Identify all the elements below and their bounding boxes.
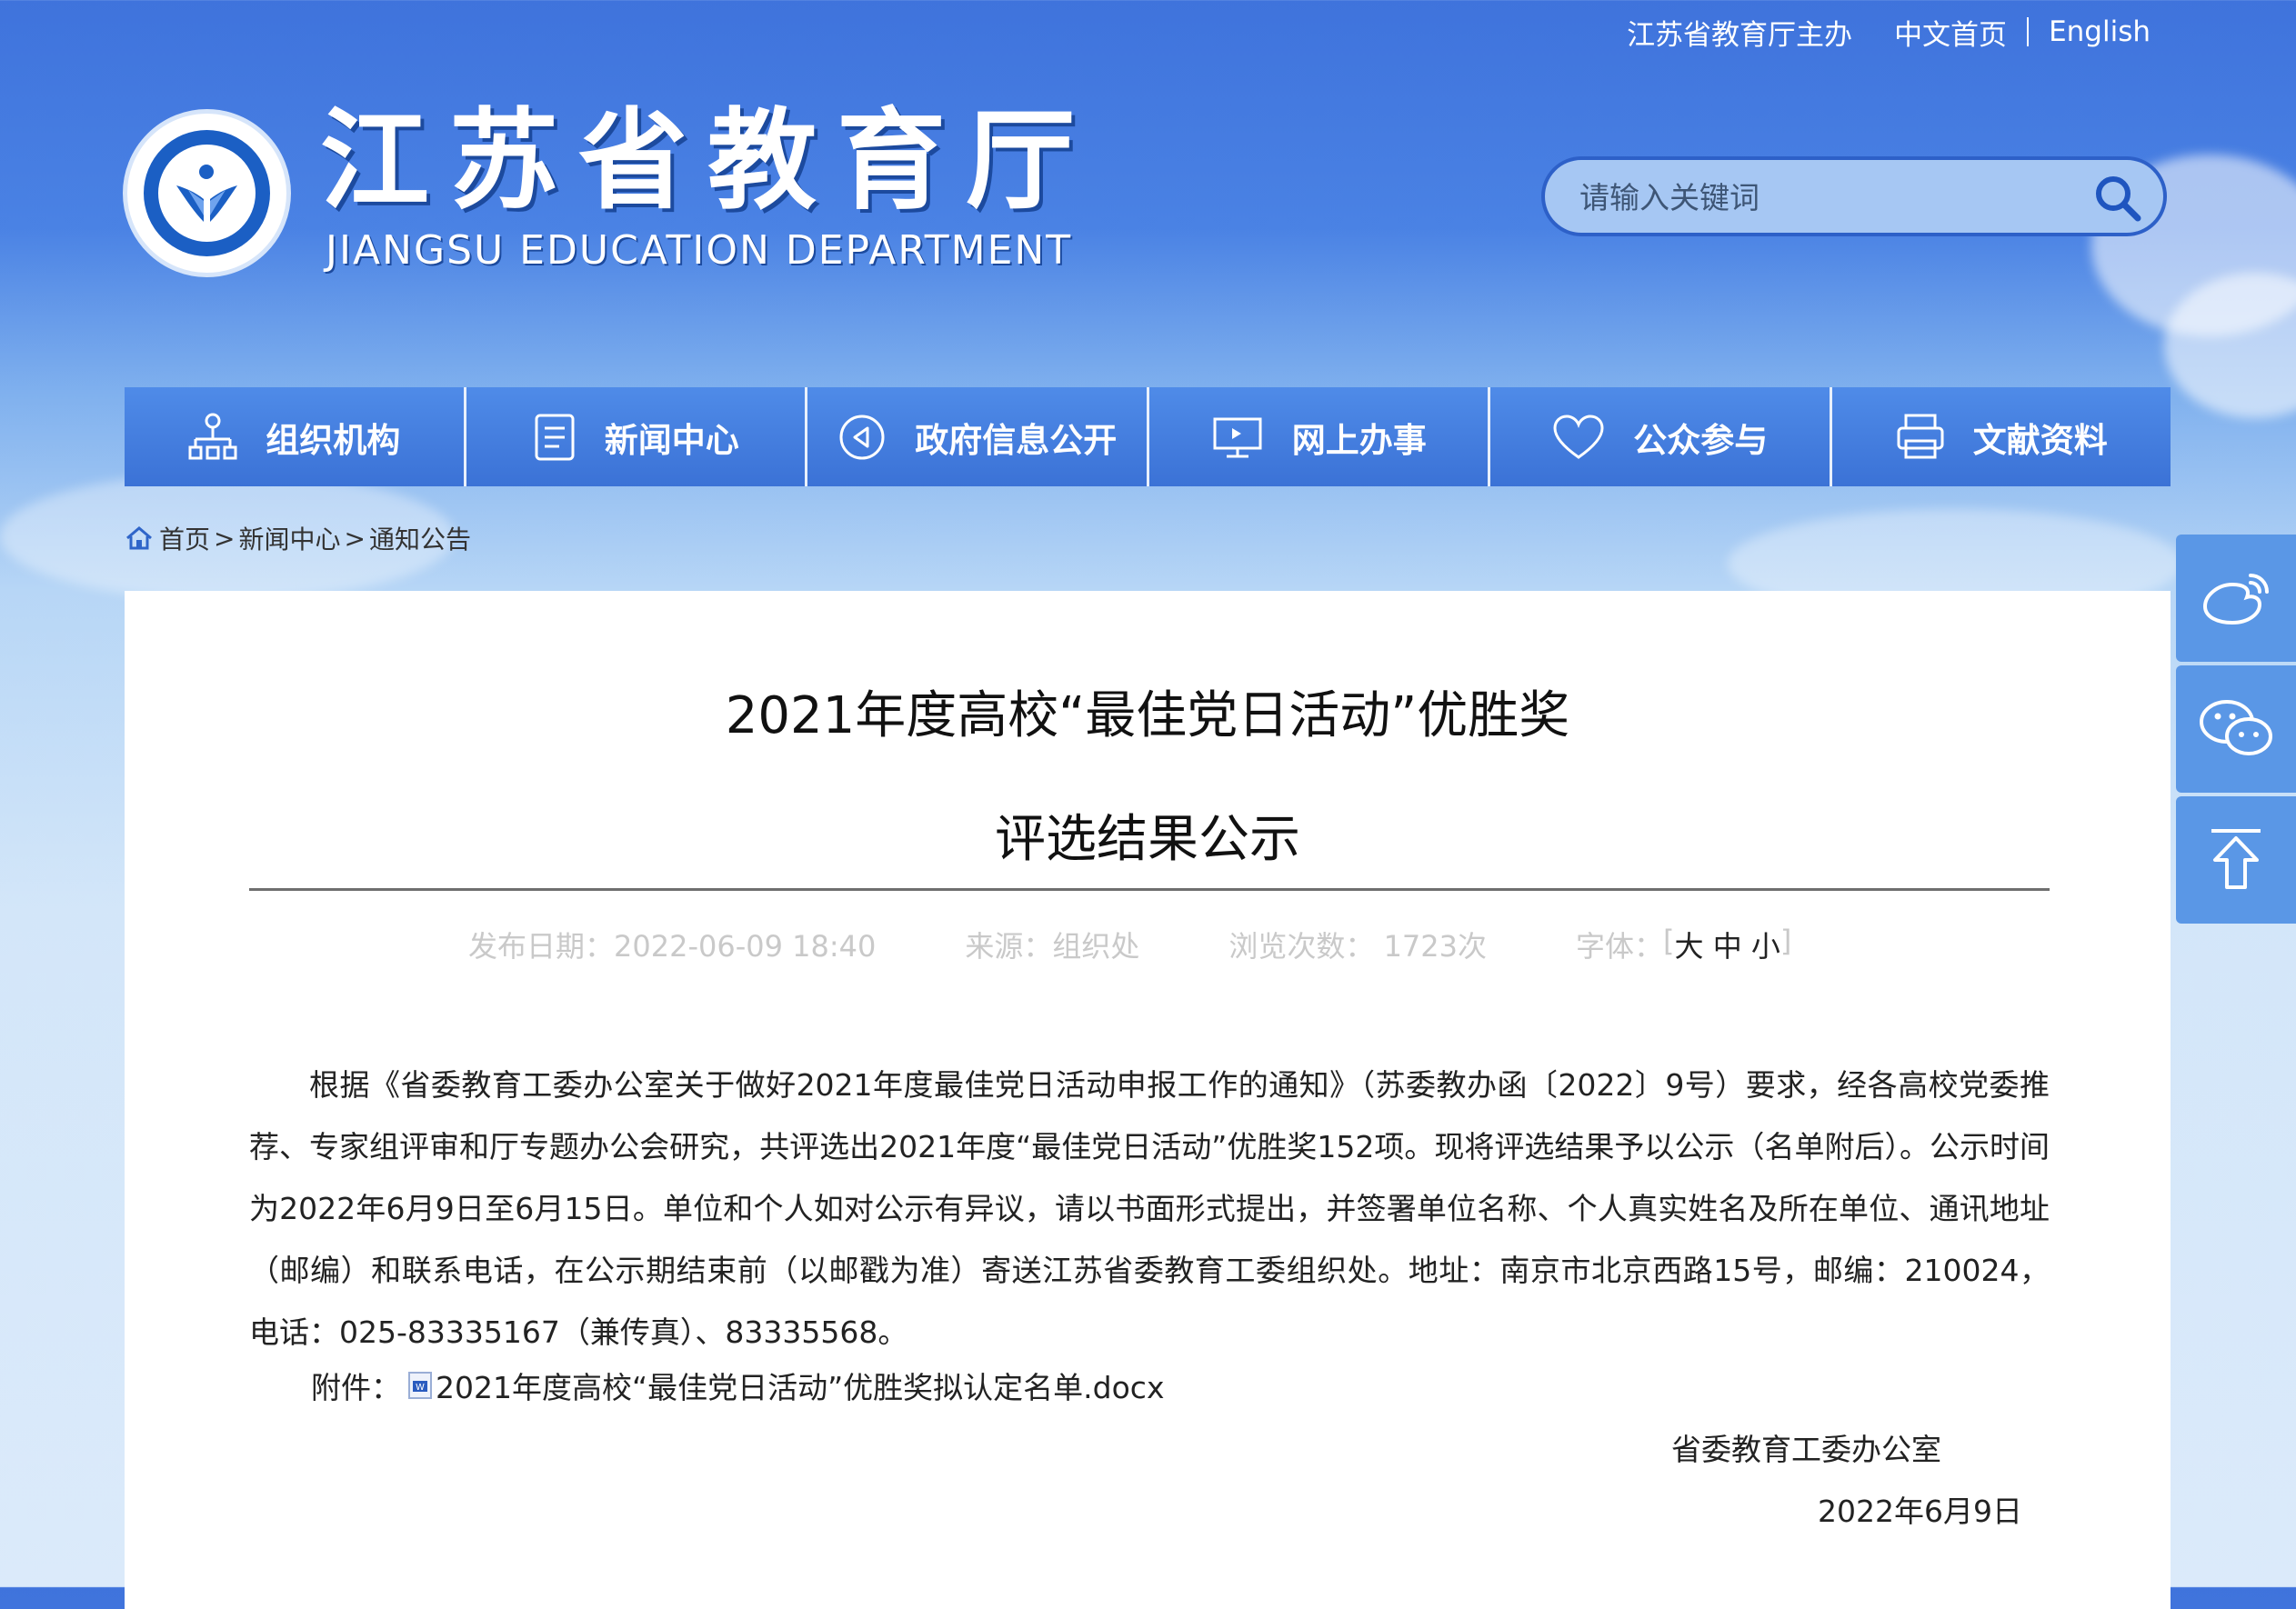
nav-item-news[interactable]: 新闻中心	[466, 387, 807, 486]
english-link[interactable]: English	[2049, 15, 2151, 48]
article-panel: 2021年度高校“最佳党日活动”优胜奖 评选结果公示 发布日期：2022-06-…	[125, 591, 2171, 1609]
breadcrumb-separator: >	[214, 523, 236, 554]
logo-core	[158, 145, 256, 242]
back-to-top-icon	[2211, 829, 2261, 889]
host-label: 江苏省教育厅主办	[1627, 18, 1853, 52]
nav-label: 组织机构	[266, 420, 401, 460]
org-chart-icon	[188, 413, 237, 459]
wechat-button[interactable]	[2176, 665, 2296, 793]
wechat-icon	[2200, 700, 2272, 755]
breadcrumb-home[interactable]: 首页	[159, 520, 210, 556]
home-icon	[126, 526, 152, 550]
signature-date: 2022年6月9日	[1818, 1494, 2022, 1529]
article-title-line2: 评选结果公示	[995, 810, 1300, 869]
play-circle-icon	[839, 415, 885, 459]
bracket: ]	[1780, 924, 1792, 958]
weibo-icon	[2202, 574, 2269, 625]
printer-icon	[1897, 414, 1944, 458]
font-size-large[interactable]: 大	[1675, 924, 1704, 965]
main-nav: 组织机构 新闻中心 政府信息公开 网上办事 公众参与 文献资料	[125, 387, 2171, 486]
attachment-label: 附件：	[311, 1370, 401, 1405]
nav-label: 公众参与	[1633, 420, 1769, 460]
document-icon	[535, 414, 575, 460]
publish-date: 发布日期：2022-06-09 18:40	[468, 929, 877, 964]
article-title-line1: 2021年度高校“最佳党日活动”优胜奖	[725, 686, 1570, 745]
article-body: 根据《省委教育工委办公室关于做好2021年度最佳党日活动申报工作的通知》（苏委教…	[249, 1054, 2050, 1364]
breadcrumb: 首页 > 新闻中心 > 通知公告	[125, 520, 471, 556]
search-input[interactable]	[1578, 169, 2090, 225]
site-title: 江苏省教育厅	[320, 98, 1095, 225]
font-size-medium[interactable]: 中	[1713, 924, 1742, 965]
nav-item-online-services[interactable]: 网上办事	[1148, 387, 1490, 486]
svg-text:W: W	[416, 1383, 425, 1393]
back-to-top-button[interactable]	[2176, 796, 2296, 924]
nav-label: 政府信息公开	[915, 420, 1118, 460]
nav-label: 文献资料	[1972, 420, 2108, 460]
font-size-label: 字体：	[1576, 929, 1664, 964]
article-meta: 发布日期：2022-06-09 18:40 来源：组织处 浏览次数： 1723次…	[468, 924, 1791, 965]
emblem-icon	[176, 165, 237, 222]
body-paragraph: 根据《省委教育工委办公室关于做好2021年度最佳党日活动申报工作的通知》（苏委教…	[249, 1067, 2050, 1350]
site-subtitle: JIANGSU EDUCATION DEPARTMENT	[326, 227, 1073, 274]
nav-item-organization[interactable]: 组织机构	[125, 387, 466, 486]
nav-item-gov-info[interactable]: 政府信息公开	[807, 387, 1149, 486]
nav-label: 新闻中心	[604, 420, 739, 460]
divider	[2027, 17, 2030, 46]
word-doc-icon: W	[408, 1372, 432, 1399]
source: 来源：组织处	[965, 929, 1140, 964]
title-divider	[249, 888, 2050, 891]
breadcrumb-news[interactable]: 新闻中心	[238, 520, 340, 556]
bracket: [	[1663, 924, 1675, 958]
top-bar: 江苏省教育厅主办 中文首页 English	[1627, 0, 2151, 64]
breadcrumb-notice[interactable]: 通知公告	[369, 520, 471, 556]
weibo-button[interactable]	[2176, 535, 2296, 662]
nav-item-literature[interactable]: 文献资料	[1831, 387, 2171, 486]
nav-item-public-participation[interactable]: 公众参与	[1490, 387, 1832, 486]
view-count: 浏览次数： 1723次	[1228, 929, 1488, 964]
font-size-small[interactable]: 小	[1751, 924, 1780, 965]
heart-icon	[1553, 414, 1604, 459]
nav-label: 网上办事	[1291, 420, 1427, 460]
monitor-icon	[1213, 417, 1262, 457]
signature: 省委教育工委办公室	[1671, 1432, 1941, 1467]
breadcrumb-separator: >	[344, 523, 366, 554]
search-box	[1541, 156, 2167, 236]
chinese-home-link[interactable]: 中文首页	[1894, 12, 2007, 53]
site-logo[interactable]	[123, 109, 291, 277]
attachment-link[interactable]: 2021年度高校“最佳党日活动”优胜奖拟认定名单.docx	[436, 1364, 1164, 1407]
attachment-row: 附件： W 2021年度高校“最佳党日活动”优胜奖拟认定名单.docx	[311, 1364, 1164, 1407]
search-icon[interactable]	[2092, 173, 2143, 224]
